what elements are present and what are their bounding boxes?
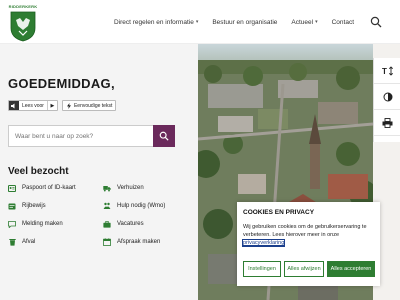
search-icon[interactable] bbox=[370, 16, 382, 28]
print-button[interactable] bbox=[374, 110, 400, 136]
contrast-icon bbox=[383, 92, 392, 101]
cookie-message: Wij gebruiken cookies om de gebruikerser… bbox=[241, 223, 377, 247]
privacy-statement-link[interactable]: privacyverklaring bbox=[241, 239, 286, 247]
accessibility-tools: T bbox=[373, 58, 400, 142]
accept-all-button[interactable]: Alles accepteren bbox=[327, 261, 375, 277]
play-icon[interactable]: ▶ bbox=[46, 101, 57, 110]
link-label: Afval bbox=[22, 239, 36, 245]
contrast-button[interactable] bbox=[374, 84, 400, 110]
search-input[interactable] bbox=[9, 126, 154, 146]
text-size-button[interactable]: T bbox=[374, 58, 400, 84]
link-vacatures[interactable]: Vacatures bbox=[103, 220, 144, 228]
cookie-dialog: COOKIES EN PRIVACY Wij gebruiken cookies… bbox=[237, 202, 380, 286]
nav-label: Bestuur en organisatie bbox=[212, 18, 278, 26]
search-icon bbox=[159, 131, 169, 141]
speaker-icon bbox=[9, 101, 19, 110]
nav-label: Actueel bbox=[291, 18, 314, 26]
search-box bbox=[8, 125, 175, 147]
link-melding[interactable]: Melding maken bbox=[8, 220, 63, 228]
license-icon bbox=[8, 202, 16, 210]
chevron-down-icon: ▾ bbox=[315, 19, 318, 25]
cookie-text: Wij gebruiken cookies om de gebruikerser… bbox=[243, 224, 367, 238]
hero-left-panel: GOEDEMIDDAG, Lees voor ▶ Eenvoudige teks… bbox=[0, 44, 198, 300]
help-icon bbox=[103, 202, 111, 210]
cookie-title: COOKIES EN PRIVACY bbox=[243, 209, 315, 216]
lightning-icon bbox=[66, 102, 71, 109]
simple-text-button[interactable]: Eenvoudige tekst bbox=[61, 100, 117, 111]
cookie-buttons: Instellingen Alles afwijzen Alles accept… bbox=[243, 261, 375, 277]
municipality-logo[interactable]: RIDDERKERK bbox=[6, 4, 40, 44]
read-toolbar: Lees voor ▶ Eenvoudige tekst bbox=[8, 100, 117, 111]
text-size-icon: T bbox=[382, 65, 393, 76]
link-label: Rijbewijs bbox=[22, 203, 46, 209]
link-label: Melding maken bbox=[22, 221, 63, 227]
svg-text:T: T bbox=[382, 67, 387, 76]
shield-icon bbox=[10, 11, 36, 42]
main-nav: Direct regelen en informatie ▾ Bestuur e… bbox=[114, 0, 400, 44]
link-paspoort[interactable]: Paspoort of ID-kaart bbox=[8, 184, 76, 192]
logo-text: RIDDERKERK bbox=[8, 4, 38, 9]
read-aloud-button[interactable]: Lees voor ▶ bbox=[8, 100, 58, 111]
site-header: RIDDERKERK Direct regelen en informatie … bbox=[0, 0, 400, 44]
link-label: Verhuizen bbox=[117, 185, 144, 191]
nav-actueel[interactable]: Actueel ▾ bbox=[291, 19, 317, 26]
link-rijbewijs[interactable]: Rijbewijs bbox=[8, 202, 46, 210]
link-label: Hulp nodig (Wmo) bbox=[117, 203, 166, 209]
link-verhuizen[interactable]: Verhuizen bbox=[103, 184, 144, 192]
nav-direct-regelen[interactable]: Direct regelen en informatie ▾ bbox=[114, 19, 198, 26]
search-submit-button[interactable] bbox=[153, 125, 175, 147]
simple-text-label: Eenvoudige tekst bbox=[73, 102, 113, 109]
trash-icon bbox=[8, 238, 16, 246]
link-label: Afspraak maken bbox=[117, 239, 161, 245]
chevron-down-icon: ▾ bbox=[195, 19, 199, 25]
reject-all-button[interactable]: Alles afwijzen bbox=[284, 261, 324, 277]
link-wmo[interactable]: Hulp nodig (Wmo) bbox=[103, 202, 165, 210]
link-afval[interactable]: Afval bbox=[8, 238, 35, 246]
id-card-icon bbox=[8, 184, 16, 192]
nav-label: Contact bbox=[331, 18, 354, 26]
link-afspraak[interactable]: Afspraak maken bbox=[103, 238, 160, 246]
calendar-icon bbox=[103, 238, 111, 246]
popular-title: Veel bezocht bbox=[8, 166, 69, 177]
briefcase-icon bbox=[103, 220, 111, 228]
link-label: Vacatures bbox=[117, 221, 144, 227]
truck-icon bbox=[103, 184, 111, 192]
cookie-settings-button[interactable]: Instellingen bbox=[243, 261, 281, 277]
nav-contact[interactable]: Contact bbox=[332, 19, 354, 26]
print-icon bbox=[382, 117, 393, 128]
nav-bestuur[interactable]: Bestuur en organisatie bbox=[212, 19, 277, 26]
nav-label: Direct regelen en informatie bbox=[113, 18, 194, 26]
message-icon bbox=[8, 220, 16, 228]
link-label: Paspoort of ID-kaart bbox=[22, 185, 76, 191]
read-aloud-label: Lees voor bbox=[22, 102, 44, 109]
greeting-title: GOEDEMIDDAG, bbox=[8, 76, 115, 91]
